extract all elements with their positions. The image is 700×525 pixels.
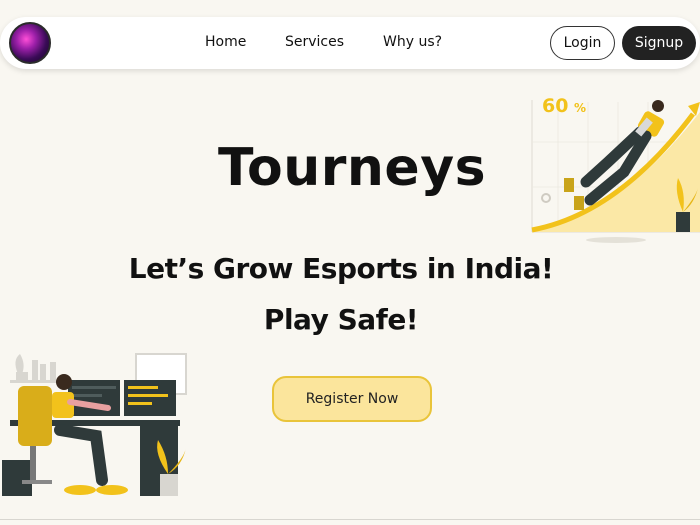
growth-percent-value: 60 (542, 95, 568, 117)
signup-button[interactable]: Signup (622, 26, 696, 60)
hero-tagline-primary: Let’s Grow Esports in India! (128, 252, 554, 285)
growth-percent-sign: % (574, 101, 586, 115)
nav-link-home[interactable]: Home (205, 34, 246, 50)
login-button[interactable]: Login (550, 26, 615, 60)
register-now-button[interactable]: Register Now (272, 376, 432, 422)
nav-link-services[interactable]: Services (285, 34, 344, 50)
gamer-desk-illustration-icon (2, 353, 187, 496)
page-title: Tourneys (217, 138, 487, 198)
hero-tagline-secondary: Play Safe! (263, 303, 419, 336)
site-logo-icon[interactable] (9, 22, 51, 64)
nav-link-why-us[interactable]: Why us? (383, 34, 442, 50)
top-navbar: Home Services Why us? Login Signup (0, 17, 700, 69)
page-divider (0, 519, 700, 520)
